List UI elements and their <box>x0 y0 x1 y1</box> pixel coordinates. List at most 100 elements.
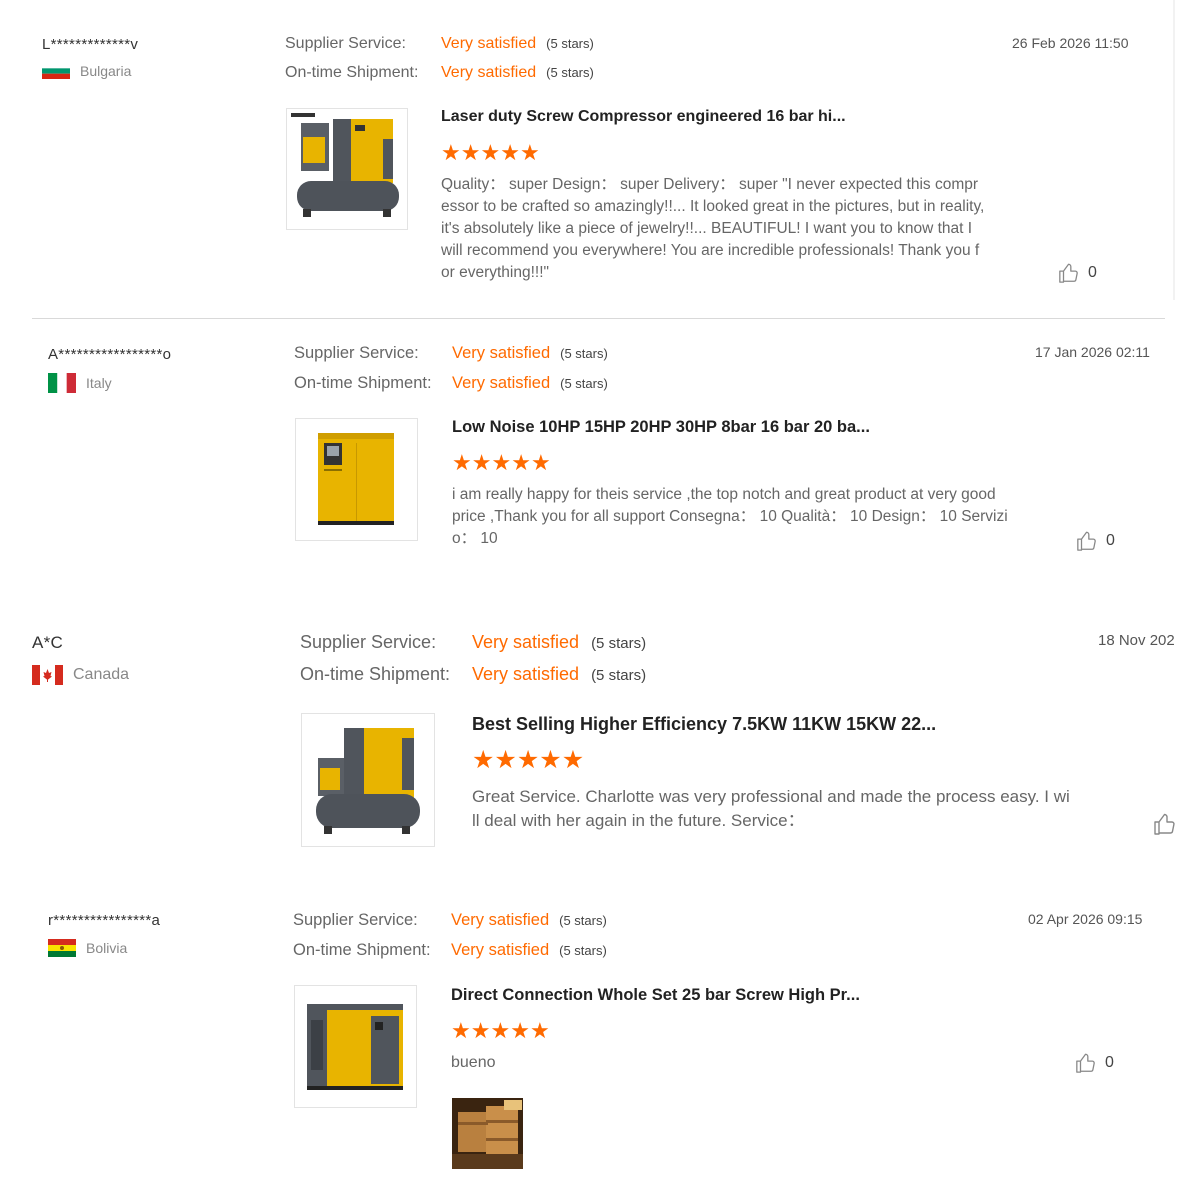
screw-compressor-with-tank-icon <box>316 728 420 834</box>
star-icon: ★ <box>494 746 517 774</box>
review-comment: i am really happy for theis service ,the… <box>452 486 1008 547</box>
star-icon: ★ <box>511 450 531 475</box>
product-thumbnail[interactable] <box>294 985 417 1108</box>
buyer-name: A*C <box>32 633 64 652</box>
review-date: 18 Nov 202 <box>1098 632 1175 649</box>
review-date: 02 Apr 2026 09:15 <box>1028 911 1143 927</box>
star-icon: ★ <box>529 1018 550 1043</box>
review-photo[interactable] <box>452 1098 523 1169</box>
review-card: L*************v Bulgaria Supplier Servic… <box>0 0 1200 320</box>
supplier-service-value: Very satisfied <box>472 632 580 652</box>
bulgaria-flag-icon <box>42 63 70 79</box>
star-icon: ★ <box>510 1018 530 1043</box>
country-name: Canada <box>73 666 130 683</box>
buyer-info: A*****************o Italy <box>48 346 171 393</box>
shipment-stars: (5 stars) <box>559 943 607 958</box>
shipment-label: On-time Shipment: <box>300 664 451 684</box>
product-thumbnail[interactable] <box>286 108 408 230</box>
shipment-value: Very satisfied <box>451 941 550 959</box>
direct-connection-compressor-icon <box>307 1004 403 1090</box>
thumbs-up-icon <box>1059 263 1078 283</box>
ratings-block: Supplier Service: Very satisfied (5 star… <box>285 35 594 82</box>
supplier-service-stars: (5 stars) <box>591 635 647 652</box>
product-title[interactable]: Low Noise 10HP 15HP 20HP 30HP 8bar 16 ba… <box>452 418 870 437</box>
star-icon: ★ <box>472 746 495 774</box>
review-stars: ★ ★ ★ ★ ★ <box>441 142 540 164</box>
italy-flag-icon <box>48 373 76 393</box>
star-icon: ★ <box>561 746 585 774</box>
buyer-info: r****************a Bolivia <box>48 912 160 957</box>
ratings-block: Supplier Service: Very satisfied (5 star… <box>300 632 646 685</box>
star-icon: ★ <box>516 746 540 774</box>
shipment-stars: (5 stars) <box>546 65 594 80</box>
ratings-block: Supplier Service: Very satisfied (5 star… <box>294 344 608 393</box>
thumbs-up-icon <box>1154 813 1175 835</box>
star-icon: ★ <box>539 746 562 774</box>
supplier-service-stars: (5 stars) <box>560 346 608 361</box>
product-title[interactable]: Direct Connection Whole Set 25 bar Screw… <box>451 986 860 1005</box>
like-count: 0 <box>1088 264 1097 281</box>
shipment-stars: (5 stars) <box>591 667 647 684</box>
shipment-value: Very satisfied <box>441 64 537 81</box>
product-title[interactable]: Best Selling Higher Efficiency 7.5KW 11K… <box>472 714 936 735</box>
screw-compressor-with-tank-icon <box>291 113 399 217</box>
country-name: Bolivia <box>86 940 128 956</box>
country-name: Italy <box>86 375 112 391</box>
country-name: Bulgaria <box>80 63 132 79</box>
like-button[interactable] <box>1153 812 1185 836</box>
shipment-label: On-time Shipment: <box>293 941 431 959</box>
review-comment: Great Service. Charlotte was very profes… <box>472 787 1070 830</box>
star-icon: ★ <box>451 1018 471 1043</box>
supplier-service-value: Very satisfied <box>441 35 537 52</box>
star-icon: ★ <box>490 1018 511 1043</box>
shipment-label: On-time Shipment: <box>285 64 419 81</box>
star-icon: ★ <box>491 450 512 475</box>
shipment-value: Very satisfied <box>472 664 580 684</box>
supplier-service-stars: (5 stars) <box>546 36 594 51</box>
shipment-label: On-time Shipment: <box>294 374 432 392</box>
product-thumbnail[interactable] <box>295 418 418 541</box>
review-comment: bueno <box>451 1054 496 1071</box>
wooden-crate-photo-icon <box>452 1098 523 1169</box>
thumbs-up-icon <box>1076 1053 1095 1073</box>
star-icon: ★ <box>441 140 461 165</box>
review-stars: ★ ★ ★ ★ ★ <box>472 748 584 773</box>
review-card: r****************a Bolivia Supplier Serv… <box>0 880 1200 1200</box>
star-icon: ★ <box>460 140 481 165</box>
review-date: 17 Jan 2026 02:11 <box>1035 344 1150 360</box>
like-button[interactable]: 0 <box>1075 1052 1114 1074</box>
thumbs-up-icon <box>1077 531 1096 551</box>
buyer-info: A*C Canada <box>32 633 129 685</box>
review-date: 26 Feb 2026 11:50 <box>1012 35 1129 51</box>
product-thumbnail[interactable] <box>301 713 435 847</box>
supplier-service-value: Very satisfied <box>451 911 550 929</box>
star-icon: ★ <box>530 450 551 475</box>
supplier-service-label: Supplier Service: <box>285 35 406 52</box>
review-comment: Quality： super Design： super Delivery： s… <box>441 176 985 281</box>
review-stars: ★ ★ ★ ★ ★ <box>451 1020 550 1042</box>
supplier-service-stars: (5 stars) <box>559 913 607 928</box>
buyer-name: L*************v <box>42 36 139 53</box>
review-card: A*C Canada Supplier Service: Very satisf… <box>0 590 1200 880</box>
star-icon: ★ <box>500 140 520 165</box>
supplier-service-label: Supplier Service: <box>293 911 418 929</box>
like-button[interactable]: 0 <box>1058 262 1097 284</box>
star-icon: ★ <box>480 140 501 165</box>
cabinet-compressor-icon <box>318 433 394 525</box>
canada-flag-icon <box>32 665 63 685</box>
buyer-name: A*****************o <box>48 346 172 363</box>
product-title[interactable]: Laser duty Screw Compressor engineered 1… <box>441 108 846 126</box>
buyer-info: L*************v Bulgaria <box>42 36 138 79</box>
shipment-stars: (5 stars) <box>560 376 608 391</box>
like-button[interactable]: 0 <box>1076 530 1115 552</box>
ratings-block: Supplier Service: Very satisfied (5 star… <box>293 911 607 960</box>
shipment-value: Very satisfied <box>452 374 551 392</box>
review-stars: ★ ★ ★ ★ ★ <box>452 452 551 474</box>
review-divider <box>32 318 1165 319</box>
supplier-service-label: Supplier Service: <box>294 344 419 362</box>
scroll-edge <box>1173 0 1175 300</box>
star-icon: ★ <box>470 1018 491 1043</box>
supplier-service-label: Supplier Service: <box>300 632 437 652</box>
like-count: 0 <box>1105 1054 1114 1071</box>
supplier-service-value: Very satisfied <box>452 344 551 362</box>
